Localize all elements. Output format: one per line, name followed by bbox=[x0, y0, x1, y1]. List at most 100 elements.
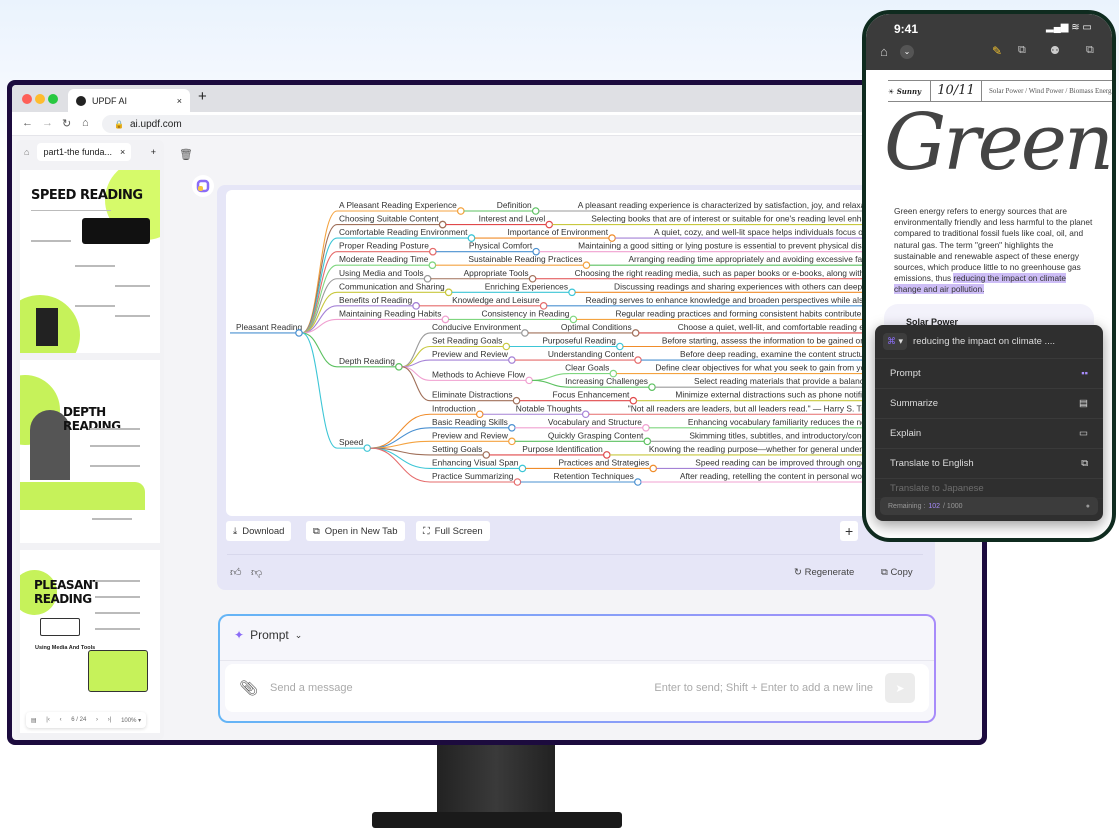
first-page-icon[interactable]: |‹ bbox=[46, 717, 50, 723]
mindmap-node-label[interactable]: Retention Techniques bbox=[553, 471, 633, 481]
mindmap-node-label[interactable]: Practice Summarizing bbox=[432, 471, 514, 481]
mindmap-node-dot[interactable] bbox=[363, 444, 372, 452]
back-icon[interactable]: ← bbox=[22, 117, 33, 129]
mindmap-node-label[interactable]: Introduction bbox=[432, 403, 476, 413]
mindmap-node-label[interactable]: Understanding Content bbox=[548, 349, 635, 359]
mindmap-node-label[interactable]: Set Reading Goals bbox=[432, 336, 502, 346]
mindmap-node-label[interactable]: Knowledge and Leisure bbox=[452, 295, 540, 305]
mindmap-node-dot[interactable] bbox=[508, 424, 516, 432]
translate-icon[interactable]: ⧉ bbox=[1018, 44, 1026, 57]
chevron-down-icon[interactable]: ⌄ bbox=[900, 45, 914, 59]
mindmap-node-label[interactable]: Appropriate Tools bbox=[464, 268, 529, 278]
mindmap-node-label[interactable]: Choosing Suitable Content bbox=[339, 214, 439, 224]
document-tab[interactable]: part1-the funda... × bbox=[37, 143, 132, 161]
mindmap-node-label[interactable]: Conducive Environment bbox=[432, 322, 522, 332]
mindmap-node-dot[interactable] bbox=[508, 437, 516, 446]
mindmap-node-label[interactable]: Preview and Review bbox=[432, 430, 509, 440]
full-screen-button[interactable]: ⛶ Full Screen bbox=[416, 521, 490, 541]
next-page-icon[interactable]: › bbox=[96, 717, 98, 723]
doc-paragraph[interactable]: Green energy refers to energy sources th… bbox=[894, 206, 1094, 296]
info-icon[interactable]: ● bbox=[1086, 503, 1090, 510]
highlighter-icon[interactable]: ✎ bbox=[992, 44, 1002, 58]
attachment-icon[interactable]: 📎︎ bbox=[239, 679, 258, 697]
mindmap-node-dot[interactable] bbox=[395, 363, 403, 371]
mindmap-node-label[interactable]: Sustainable Reading Practices bbox=[468, 254, 582, 264]
mind-map[interactable]: Pleasant Reading A Pleasant Reading Exper… bbox=[226, 190, 876, 516]
trash-icon[interactable]: 🗑 bbox=[179, 148, 193, 161]
mindmap-node-dot[interactable] bbox=[642, 424, 650, 432]
mindmap-node-dot[interactable] bbox=[634, 356, 642, 364]
prompt-mode-select[interactable]: ✦ Prompt ⌄ bbox=[234, 628, 302, 642]
mindmap-node-label[interactable]: Vocabulary and Structure bbox=[548, 417, 642, 427]
page-number[interactable]: 6 / 24 bbox=[71, 717, 86, 723]
user-icon[interactable]: ⚉ bbox=[1050, 44, 1060, 57]
page-thumbnail[interactable]: SPEED READING bbox=[20, 170, 160, 353]
menu-item-explain[interactable]: Explain ▭ bbox=[875, 419, 1103, 449]
mindmap-node-label[interactable]: Increasing Challenges bbox=[565, 376, 648, 386]
zoom-in-button[interactable]: + bbox=[840, 521, 859, 541]
mindmap-node-dot[interactable] bbox=[525, 376, 533, 385]
mindmap-node-label[interactable]: Definition bbox=[497, 200, 532, 210]
regenerate-button[interactable]: ↻ Regenerate bbox=[794, 567, 854, 578]
reload-icon[interactable]: ↻ bbox=[62, 117, 71, 130]
mindmap-node-dot[interactable] bbox=[521, 329, 529, 337]
mindmap-node-dot[interactable] bbox=[634, 478, 642, 486]
mindmap-node-dot[interactable] bbox=[508, 356, 516, 364]
mindmap-node-root[interactable]: Pleasant Reading bbox=[236, 322, 302, 332]
mindmap-node-label[interactable]: Notable Thoughts bbox=[516, 403, 582, 413]
menu-item-prompt[interactable]: Prompt ▪▪ bbox=[875, 359, 1103, 389]
mindmap-node-dot[interactable] bbox=[518, 464, 527, 473]
menu-item-summarize[interactable]: Summarize ▤ bbox=[875, 389, 1103, 419]
last-page-icon[interactable]: ›| bbox=[108, 717, 112, 723]
mindmap-node-label[interactable]: Importance of Environment bbox=[507, 227, 608, 237]
mindmap-node-label[interactable]: Communication and Sharing bbox=[339, 281, 445, 291]
mindmap-node-label[interactable]: Optimal Conditions bbox=[561, 322, 632, 332]
mindmap-node-dot[interactable] bbox=[649, 464, 658, 473]
mindmap-node-label[interactable]: Speed bbox=[339, 437, 364, 447]
add-document-button[interactable]: + bbox=[151, 147, 156, 157]
mindmap-node-dot[interactable] bbox=[428, 261, 437, 270]
mindmap-node-dot[interactable] bbox=[648, 383, 656, 391]
mindmap-node-label[interactable]: Proper Reading Posture bbox=[339, 241, 429, 251]
mindmap-node-label[interactable]: A Pleasant Reading Experience bbox=[339, 200, 457, 210]
mindmap-node-dot[interactable] bbox=[295, 329, 303, 337]
thumbnail-toggle-icon[interactable]: ▤ bbox=[31, 717, 37, 724]
mindmap-node-label[interactable]: Enriching Experiences bbox=[485, 281, 568, 291]
forward-icon[interactable]: → bbox=[42, 117, 53, 129]
zoom-select[interactable]: 100% ▾ bbox=[121, 717, 141, 724]
search-pages-icon[interactable]: ⧉ bbox=[1086, 44, 1094, 57]
mindmap-node-dot[interactable] bbox=[568, 288, 576, 297]
minimize-window-button[interactable] bbox=[35, 94, 45, 104]
url-field[interactable]: 🔒 ai.updf.com bbox=[102, 115, 982, 133]
message-input[interactable]: 📎︎ Send a message Enter to send; Shift +… bbox=[225, 664, 929, 712]
mindmap-node-label[interactable]: Setting Goals bbox=[432, 444, 482, 454]
thumbs-down-icon[interactable]: 👎︎ bbox=[251, 566, 262, 579]
close-document-icon[interactable]: × bbox=[120, 147, 125, 157]
mindmap-node-label[interactable]: Preview and Review bbox=[432, 349, 509, 359]
mindmap-node-label[interactable]: Moderate Reading Time bbox=[339, 254, 429, 264]
mindmap-node-label[interactable]: Interest and Level bbox=[479, 214, 546, 224]
menu-item-translate-english[interactable]: Translate to English ⧉ bbox=[875, 449, 1103, 479]
mindmap-node-label[interactable]: Quickly Grasping Content bbox=[548, 430, 644, 440]
send-button[interactable]: ➤ bbox=[885, 673, 915, 703]
new-tab-button[interactable]: + bbox=[198, 88, 207, 105]
mindmap-node-label[interactable]: Consistency in Reading bbox=[481, 308, 569, 318]
mindmap-node-label[interactable]: Focus Enhancement bbox=[553, 390, 630, 400]
ai-model-select[interactable]: ⌘ ▾ bbox=[883, 333, 908, 350]
mindmap-node-label[interactable]: Maintaining Reading Habits bbox=[339, 308, 441, 318]
open-new-tab-button[interactable]: ⧉ Open in New Tab bbox=[306, 521, 405, 541]
thumbs-up-icon[interactable]: 👍︎ bbox=[230, 566, 242, 579]
mindmap-node-label[interactable]: Methods to Achieve Flow bbox=[432, 369, 526, 379]
mindmap-node-label[interactable]: Physical Comfort bbox=[469, 241, 533, 251]
mindmap-node-label[interactable]: Purpose Identification bbox=[522, 444, 603, 454]
home-icon[interactable]: ⌂ bbox=[82, 117, 89, 129]
maximize-window-button[interactable] bbox=[48, 94, 58, 104]
close-window-button[interactable] bbox=[22, 94, 32, 104]
page-thumbnail[interactable]: DEPTH READING bbox=[20, 360, 160, 543]
mindmap-node-dot[interactable] bbox=[456, 207, 465, 215]
copy-button[interactable]: ⧉ Copy bbox=[881, 567, 913, 578]
mindmap-node-dot[interactable] bbox=[631, 329, 640, 337]
mindmap-node-label[interactable]: Practices and Strategies bbox=[558, 457, 649, 467]
mindmap-node-label[interactable]: Enhancing Visual Span bbox=[432, 457, 519, 467]
download-button[interactable]: ⤓ Download bbox=[226, 521, 292, 541]
